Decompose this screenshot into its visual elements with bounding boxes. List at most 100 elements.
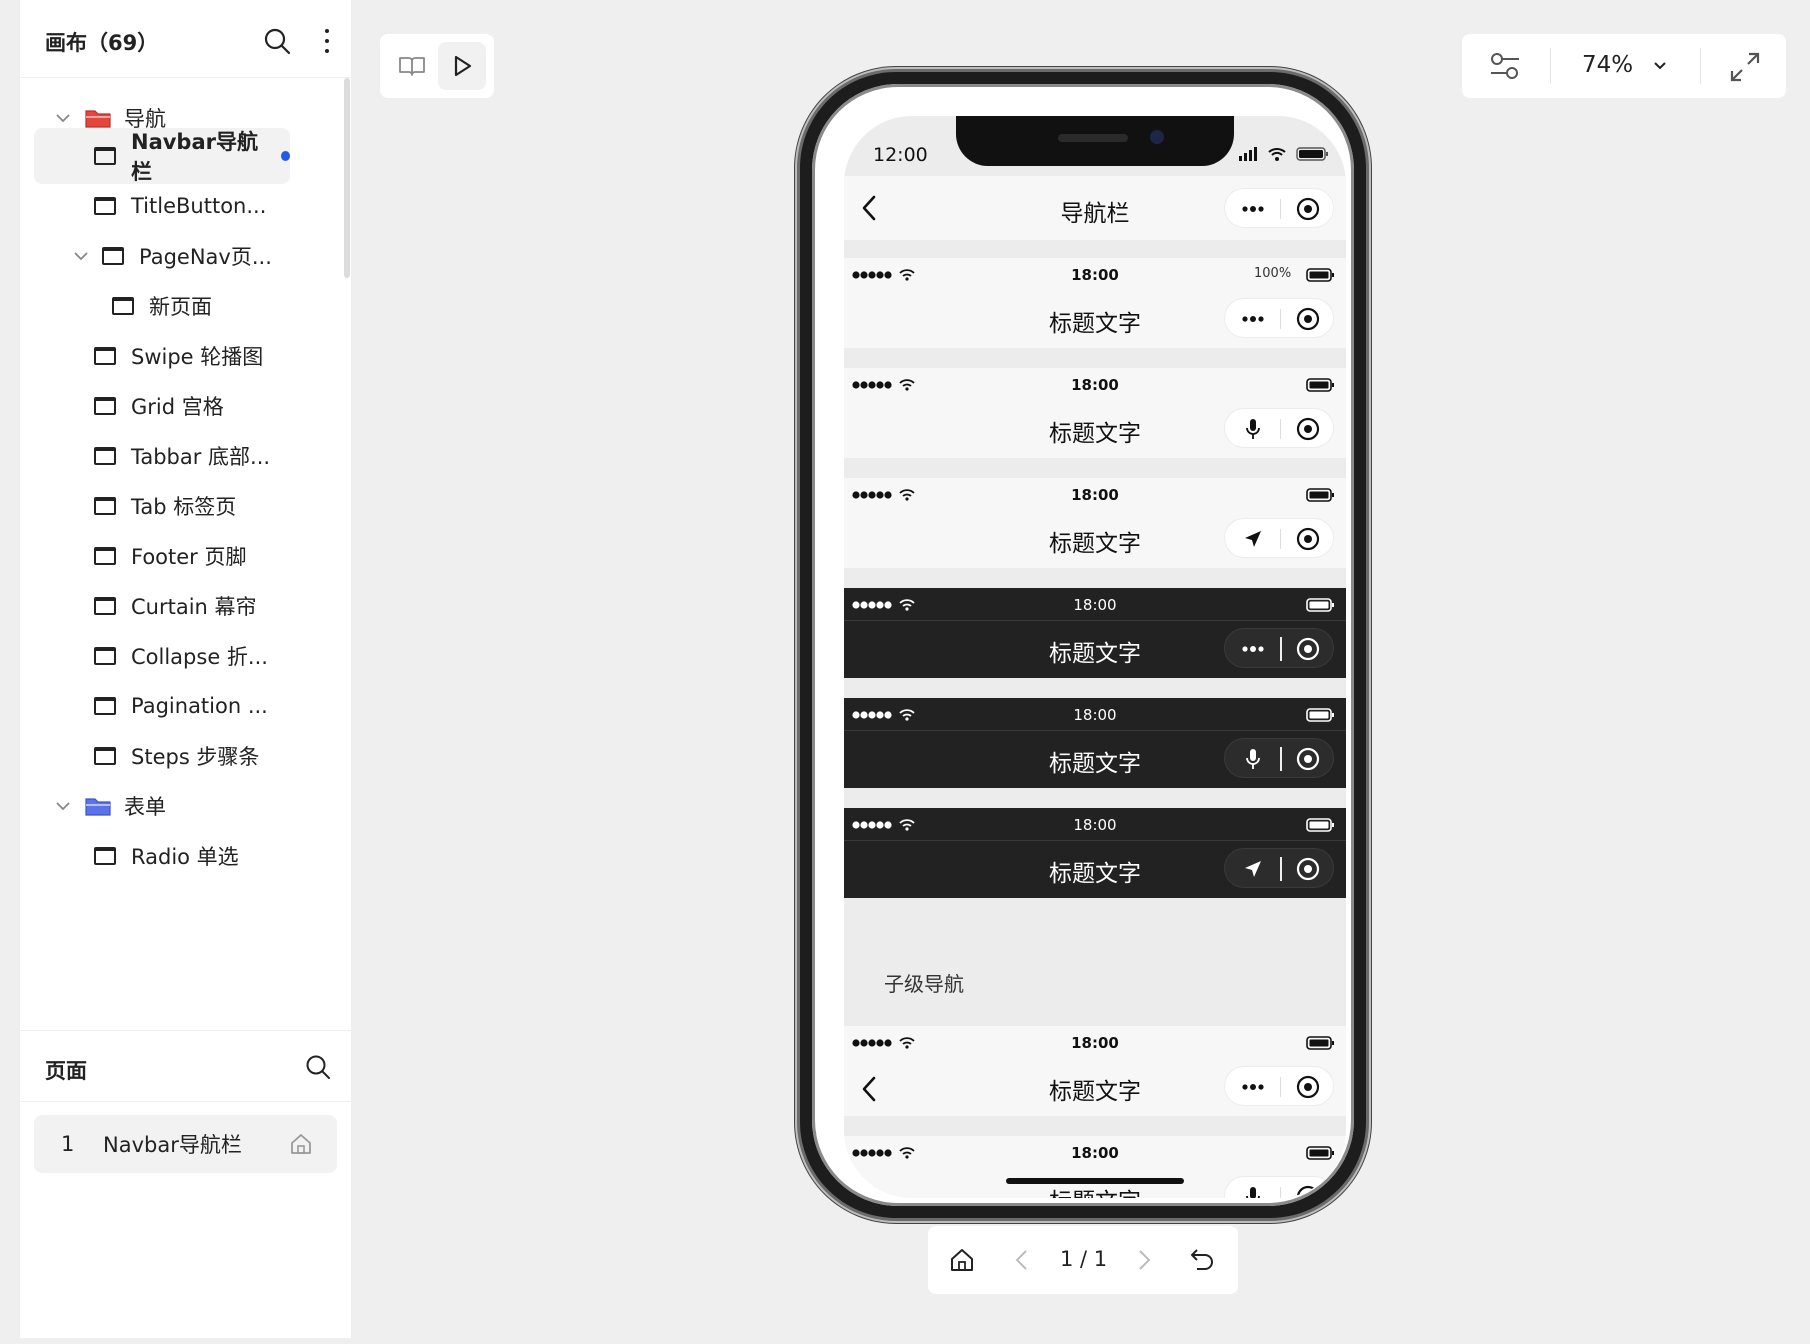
- navbar-demo-dark-more: 18:00 标题文字: [844, 588, 1346, 678]
- microphone-icon[interactable]: [1239, 745, 1267, 773]
- close-target-icon[interactable]: [1295, 746, 1321, 772]
- battery-icon: [1306, 378, 1334, 392]
- page-icon: [94, 697, 116, 715]
- tree-label: Swipe 轮播图: [131, 345, 264, 369]
- tree-item-titlebutton[interactable]: TitleButton...: [94, 178, 266, 234]
- close-target-icon[interactable]: [1295, 416, 1321, 442]
- left-panel: 画布（69） 导航 Navbar导航栏 TitleButton... PageN…: [20, 0, 351, 1338]
- battery-icon: [1306, 268, 1334, 282]
- demo-status-time: 18:00: [1073, 706, 1117, 724]
- page-icon: [94, 447, 116, 465]
- tree-item-tab[interactable]: Tab 标签页: [94, 478, 236, 534]
- menu-capsule[interactable]: [1224, 628, 1334, 668]
- close-target-icon[interactable]: [1295, 1074, 1321, 1100]
- chevron-down-icon[interactable]: [72, 247, 90, 265]
- page-icon: [94, 597, 116, 615]
- undo-icon[interactable]: [1188, 1246, 1216, 1274]
- play-button[interactable]: [438, 42, 486, 90]
- tree-item-pagination[interactable]: Pagination ...: [94, 678, 268, 734]
- tree-label: Grid 宫格: [131, 395, 224, 419]
- menu-capsule[interactable]: [1224, 408, 1334, 448]
- canvas-header: 画布（69）: [20, 0, 351, 78]
- page-list-item[interactable]: 1 Navbar导航栏: [34, 1115, 337, 1173]
- canvas-title: 画布（69）: [45, 31, 159, 55]
- search-icon[interactable]: [262, 26, 292, 56]
- close-target-icon[interactable]: [1295, 636, 1321, 662]
- menu-capsule[interactable]: [1224, 738, 1334, 778]
- demo-status-time: 18:00: [1071, 486, 1119, 504]
- tree-item-curtain[interactable]: Curtain 幕帘: [94, 578, 257, 634]
- more-dots-icon[interactable]: [1239, 305, 1267, 333]
- microphone-icon[interactable]: [1239, 1183, 1267, 1198]
- more-dots-icon[interactable]: [1239, 1073, 1267, 1101]
- location-arrow-icon[interactable]: [1239, 855, 1267, 883]
- menu-capsule[interactable]: [1224, 1066, 1334, 1106]
- chevron-left-icon[interactable]: [1008, 1246, 1036, 1274]
- tree-item-tabbar[interactable]: Tabbar 底部...: [94, 428, 270, 484]
- battery-icon: [1306, 598, 1334, 612]
- phone-bezel: 12:00 导航栏 18:00 100% 标题文字 18:00 标题文字 18:…: [812, 84, 1354, 1206]
- tree-item-radio[interactable]: Radio 单选: [94, 828, 239, 884]
- close-target-icon[interactable]: [1295, 1184, 1321, 1198]
- home-icon[interactable]: [948, 1246, 976, 1274]
- tree-item-collapse[interactable]: Collapse 折...: [94, 628, 268, 684]
- menu-capsule[interactable]: [1224, 188, 1334, 228]
- microphone-icon[interactable]: [1239, 415, 1267, 443]
- folder-icon: [85, 798, 111, 816]
- chevron-down-icon[interactable]: [1652, 58, 1668, 74]
- close-target-icon[interactable]: [1295, 856, 1321, 882]
- battery-percent: 100%: [1254, 266, 1292, 281]
- settings-sliders-icon[interactable]: [1488, 50, 1522, 82]
- system-status-icons: [1239, 147, 1328, 161]
- tree-item-steps[interactable]: Steps 步骤条: [94, 728, 259, 784]
- location-arrow-icon[interactable]: [1239, 525, 1267, 553]
- chevron-down-icon[interactable]: [54, 797, 72, 815]
- more-dots-icon[interactable]: [1239, 635, 1267, 663]
- zoom-level[interactable]: 74%: [1582, 52, 1633, 78]
- pages-header: 页面: [20, 1030, 351, 1102]
- system-time: 12:00: [873, 144, 928, 166]
- chevron-right-icon[interactable]: [1130, 1246, 1158, 1274]
- phone-notch: [956, 116, 1234, 166]
- tree-item-pagenav[interactable]: PageNav页...: [72, 228, 272, 284]
- search-icon[interactable]: [304, 1053, 332, 1081]
- close-target-icon[interactable]: [1295, 526, 1321, 552]
- tree-label: Radio 单选: [131, 845, 239, 869]
- battery-icon: [1306, 1036, 1334, 1050]
- folder-icon: [85, 110, 111, 128]
- tree-folder-form[interactable]: 表单: [54, 778, 166, 834]
- battery-icon: [1306, 1146, 1334, 1160]
- docs-button[interactable]: [388, 42, 436, 90]
- more-vertical-icon[interactable]: [320, 26, 334, 56]
- home-icon[interactable]: [289, 1132, 313, 1156]
- demo-status-time: 18:00: [1073, 596, 1117, 614]
- play-icon: [454, 55, 472, 77]
- menu-capsule[interactable]: [1224, 1176, 1334, 1198]
- home-indicator: [1006, 1178, 1184, 1184]
- tree-label: Pagination ...: [131, 694, 268, 718]
- navbar: 导航栏: [844, 176, 1346, 240]
- tree-scrollbar[interactable]: [344, 78, 350, 278]
- menu-capsule[interactable]: [1224, 848, 1334, 888]
- tree-label: PageNav页...: [139, 245, 272, 269]
- chevron-down-icon[interactable]: [54, 109, 72, 127]
- tree-item-grid[interactable]: Grid 宫格: [94, 378, 224, 434]
- tree-item-navbar[interactable]: Navbar导航栏: [34, 128, 290, 184]
- tree-item-footer[interactable]: Footer 页脚: [94, 528, 247, 584]
- navbar-demo-light-mic: 18:00 标题文字: [844, 368, 1346, 458]
- close-target-icon[interactable]: [1295, 196, 1321, 222]
- page-icon: [94, 547, 116, 565]
- tree-item-new-page[interactable]: 新页面: [112, 278, 212, 334]
- tree-label: 表单: [124, 795, 166, 819]
- tree-item-swipe[interactable]: Swipe 轮播图: [94, 328, 263, 384]
- more-dots-icon[interactable]: [1239, 195, 1267, 223]
- demo-status-time: 18:00: [1073, 816, 1117, 834]
- menu-capsule[interactable]: [1224, 518, 1334, 558]
- close-target-icon[interactable]: [1295, 306, 1321, 332]
- page-icon: [94, 397, 116, 415]
- menu-capsule[interactable]: [1224, 298, 1334, 338]
- navbar-demo-dark-location: 18:00 标题文字: [844, 808, 1346, 898]
- fullscreen-icon[interactable]: [1728, 50, 1762, 84]
- navbar-demo-light-location: 18:00 标题文字: [844, 478, 1346, 568]
- phone-frame: 12:00 导航栏 18:00 100% 标题文字 18:00 标题文字 18:…: [800, 72, 1366, 1218]
